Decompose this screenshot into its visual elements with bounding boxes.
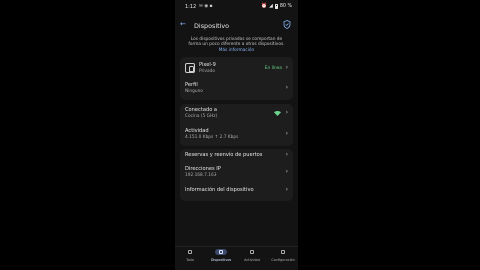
shield-icon[interactable] [283,20,291,29]
nav-tab-activity[interactable]: Actividad [237,249,267,262]
page-title: Dispositivo [194,22,230,30]
connected-value: Cocina (5 GHz) [185,114,218,119]
back-arrow-icon[interactable]: ← [180,21,186,28]
reservations-label: Reservas y reenvío de puertos [185,152,263,158]
activity-icon [246,249,258,255]
settings-icon [277,249,289,255]
chevron-right-icon: › [285,64,288,71]
battery-level: 80 % [279,4,292,9]
alarm-icon: ⏰ [261,4,268,9]
status-time: 1:12 [185,4,197,10]
nav-label: Dispositivos [210,258,232,262]
battery-icon [274,4,278,9]
connection-card: Conectado a Cocina (5 GHz) › Actividad 4… [180,104,293,146]
profile-title: Perfil [185,82,198,88]
device-row[interactable]: Pixel-9 Privado En línea › [180,57,293,79]
ip-addresses-row[interactable]: Direcciones IP 192.168.7.163 › [180,163,293,184]
devices-icon [215,249,227,255]
settings-card: Reservas y reenvío de puertos › Direccio… [180,149,293,201]
chevron-right-icon: › [285,130,288,137]
chevron-right-icon: › [285,109,288,116]
reservations-row[interactable]: Reservas y reenvío de puertos › [180,149,293,163]
connected-to-row[interactable]: Conectado a Cocina (5 GHz) › [180,104,293,125]
home-icon [184,249,196,255]
wifi-status-icon: ◢ [269,4,273,9]
nav-label: Configuración [271,258,295,262]
phone-device-icon [185,63,195,73]
device-card: Pixel-9 Privado En línea › Perfil Ningun… [180,57,293,100]
phone-screen: 1:12 ✉ ◉ ▪ ⏰ ◢ 80 % ← Dispositivo Los di… [175,0,298,270]
profile-row[interactable]: Perfil Ninguno › [180,79,293,100]
nav-label: Todo [186,258,194,262]
status-right: ⏰ ◢ 80 % [261,4,292,9]
nav-tab-settings[interactable]: Configuración [268,249,298,262]
info-text: Los dispositivos privados se comportan d… [188,37,285,48]
ip-title: Direcciones IP [185,166,221,172]
online-status: En línea [264,66,282,71]
profile-value: Ninguno [185,89,203,94]
activity-title: Actividad [185,128,209,134]
notification-icons: ✉ ◉ ▪ [199,4,213,9]
chevron-right-icon: › [285,151,288,158]
activity-row[interactable]: Actividad 4.151.0 Kbps ↑ 2.7 Kbps › [180,125,293,146]
wifi-icon [274,111,281,116]
nav-label: Actividad [244,258,260,262]
nav-tab-devices[interactable]: Dispositivos [206,249,236,262]
ip-value: 192.168.7.163 [185,173,217,178]
app-bar: ← Dispositivo [175,18,298,34]
activity-value: 4.151.0 Kbps ↑ 2.7 Kbps [185,135,239,140]
private-device-info: Los dispositivos privados se comportan d… [185,37,288,53]
status-bar: 1:12 ✉ ◉ ▪ ⏰ ◢ 80 % [175,0,298,14]
learn-more-link[interactable]: Más información [219,48,254,53]
chevron-right-icon: › [285,168,288,175]
nav-tab-todo[interactable]: Todo [175,249,205,262]
device-info-label: Información del dispositivo [185,187,254,193]
chevron-right-icon: › [285,84,288,91]
connected-title: Conectado a [185,107,218,113]
bottom-navigation: Todo Dispositivos Actividad Configuració… [175,246,298,270]
device-info-row[interactable]: Información del dispositivo › [180,184,293,200]
device-name: Pixel-9 [199,62,216,68]
device-type: Privado [199,69,216,74]
chevron-right-icon: › [285,186,288,193]
